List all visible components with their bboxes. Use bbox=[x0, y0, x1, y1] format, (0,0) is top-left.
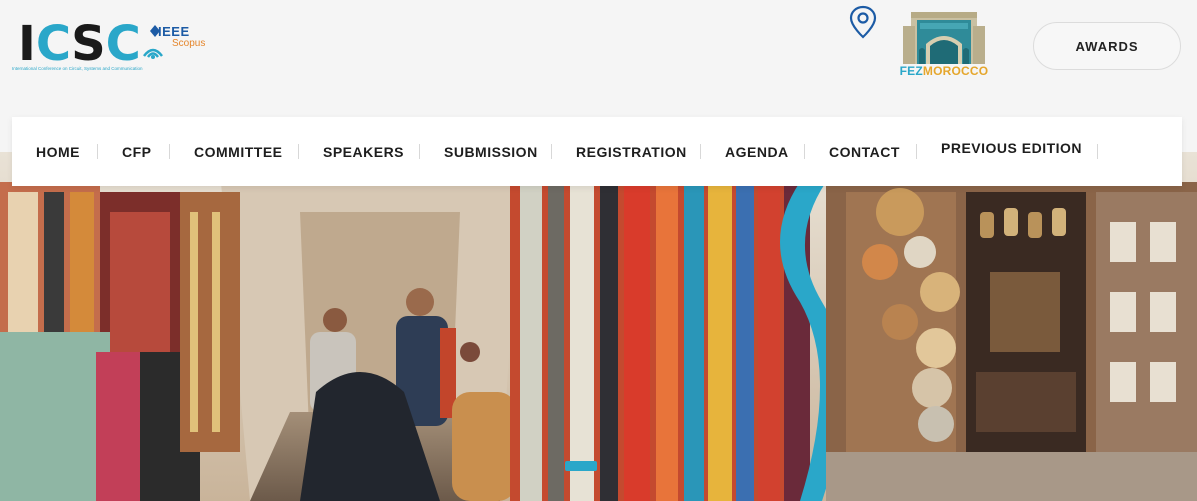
nav-submission[interactable]: SUBMISSION bbox=[444, 117, 538, 186]
nav-home[interactable]: HOME bbox=[36, 117, 80, 186]
slider-indicator[interactable] bbox=[565, 461, 597, 471]
nav-divider bbox=[97, 144, 98, 159]
ieee-label: IEEE bbox=[158, 24, 190, 39]
logo-tagline: International Conference on Circuit, Sys… bbox=[12, 66, 143, 71]
icsc-logo[interactable]: I C S C IEEE Scopus International Confer… bbox=[12, 14, 212, 76]
logo-letter-s: S bbox=[71, 16, 106, 72]
main-nav: HOME CFP COMMITTEE SPEAKERS SUBMISSION R… bbox=[12, 117, 1182, 186]
morocco-text: MOROCCO bbox=[922, 64, 989, 78]
scopus-label: Scopus bbox=[172, 38, 206, 49]
logo-letter-c: C bbox=[35, 16, 72, 72]
nav-divider bbox=[551, 144, 552, 159]
bab-boujloud-gate-icon bbox=[903, 12, 985, 64]
logo-letter-c2: C bbox=[105, 16, 141, 72]
nav-divider bbox=[700, 144, 701, 159]
fez-morocco-logo: FEZMOROCCO bbox=[893, 8, 995, 80]
nav-committee[interactable]: COMMITTEE bbox=[194, 117, 283, 186]
wifi-signal-icon bbox=[143, 48, 163, 59]
souk-scene-illustration bbox=[0, 152, 1197, 501]
fez-text: FEZ bbox=[899, 64, 923, 78]
logo-letter-i: I bbox=[18, 16, 36, 72]
nav-registration[interactable]: REGISTRATION bbox=[576, 117, 687, 186]
logo-wordmark: I C S C bbox=[18, 16, 141, 68]
nav-contact[interactable]: CONTACT bbox=[829, 117, 900, 186]
nav-cfp[interactable]: CFP bbox=[122, 117, 152, 186]
fez-morocco-label: FEZMOROCCO bbox=[893, 64, 995, 78]
nav-speakers[interactable]: SPEAKERS bbox=[323, 117, 404, 186]
nav-divider bbox=[916, 144, 917, 159]
nav-previous-edition[interactable]: PREVIOUS EDITION bbox=[941, 113, 1082, 182]
location-pin-icon[interactable] bbox=[848, 5, 878, 39]
hero-image-fez-souk bbox=[0, 152, 1197, 501]
awards-button[interactable]: AWARDS bbox=[1033, 22, 1181, 70]
nav-divider bbox=[1097, 144, 1098, 159]
nav-agenda[interactable]: AGENDA bbox=[725, 117, 789, 186]
nav-divider bbox=[419, 144, 420, 159]
nav-divider bbox=[169, 144, 170, 159]
nav-divider bbox=[804, 144, 805, 159]
nav-divider bbox=[298, 144, 299, 159]
